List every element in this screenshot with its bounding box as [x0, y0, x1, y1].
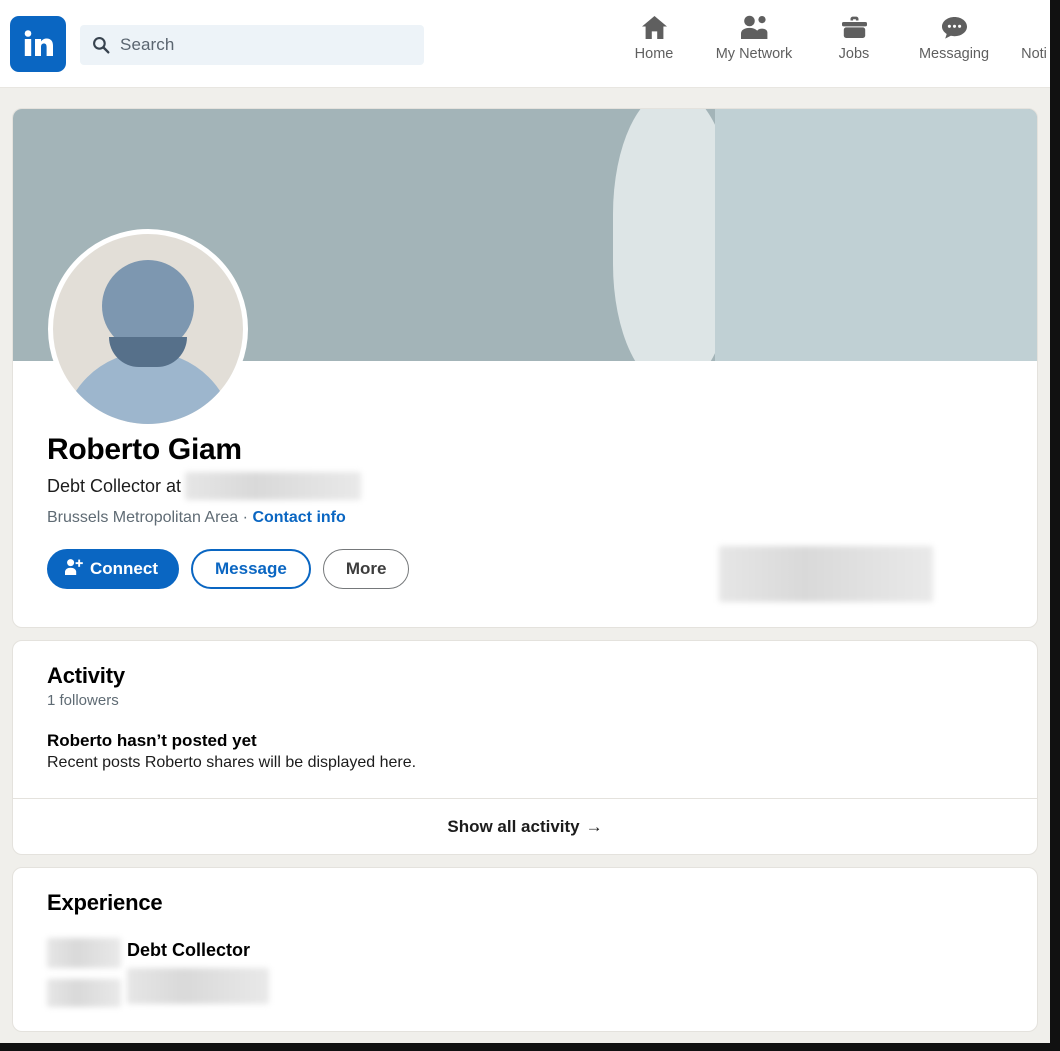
profile-location-row: Brussels Metropolitan Area · Contact inf… — [47, 509, 1005, 527]
browser-frame: Search Home My Network Jobs Messaging No… — [0, 0, 1060, 1051]
activity-empty-subtitle: Recent posts Roberto shares will be disp… — [47, 754, 417, 771]
redacted-logo-row-2 — [47, 979, 121, 1007]
banner-shape-right — [715, 109, 1037, 361]
show-all-activity-button[interactable]: Show all activity → — [13, 798, 1037, 854]
linkedin-logo[interactable] — [10, 16, 66, 72]
nav-label-jobs: Jobs — [838, 46, 870, 62]
experience-role: Debt Collector — [127, 940, 251, 960]
messaging-icon — [941, 12, 968, 42]
activity-card: Activity 1 followers Roberto hasn’t post… — [12, 640, 1038, 855]
profile-card: Roberto Giam Debt Collector at Brussels … — [12, 108, 1038, 628]
nav-label-my-network: My Network — [715, 46, 793, 62]
headline-text: Debt Collector at — [47, 475, 182, 496]
show-all-activity-label: Show all activity — [447, 816, 580, 836]
message-button[interactable]: Message — [191, 549, 311, 589]
experience-title: Experience — [47, 890, 163, 915]
redacted-experience-company — [127, 968, 269, 1004]
more-button[interactable]: More — [322, 549, 410, 589]
more-button-label: More — [345, 559, 387, 578]
person-plus-icon — [64, 558, 83, 581]
redacted-headline-company — [185, 472, 362, 500]
message-button-label: Message — [215, 559, 287, 578]
search-input[interactable]: Search — [80, 25, 424, 65]
experience-content: Experience Debt Collector — [13, 868, 1037, 1012]
page-viewport: Search Home My Network Jobs Messaging No… — [0, 0, 1050, 1043]
home-icon — [641, 12, 668, 42]
jobs-icon — [841, 12, 868, 42]
my-network-icon — [740, 12, 769, 42]
activity-empty-title: Roberto hasn’t posted yet — [47, 731, 257, 750]
nav-item-messaging[interactable]: Messaging — [904, 12, 1004, 74]
nav-item-notifications[interactable]: Noti — [1004, 12, 1050, 74]
avatar[interactable] — [48, 229, 248, 429]
redacted-company-badge — [719, 546, 933, 602]
followers-count: 1 followers — [47, 692, 119, 709]
activity-content: Activity 1 followers Roberto hasn’t post… — [13, 641, 1037, 772]
experience-item[interactable]: Debt Collector — [47, 938, 1005, 1012]
redacted-company-logo — [47, 938, 121, 1012]
redacted-logo-row-1 — [47, 938, 121, 968]
search-placeholder: Search — [120, 35, 175, 54]
activity-title: Activity — [47, 663, 125, 688]
nav-label-notifications: Noti — [1021, 46, 1047, 62]
connect-button[interactable]: Connect — [47, 549, 179, 589]
experience-card: Experience Debt Collector — [12, 867, 1038, 1032]
nav-label-home: Home — [634, 46, 674, 62]
connect-button-label: Connect — [90, 559, 158, 578]
nav-item-my-network[interactable]: My Network — [704, 12, 804, 74]
location-text: Brussels Metropolitan Area — [47, 509, 239, 526]
primary-nav: Home My Network Jobs Messaging Noti — [604, 12, 1050, 76]
search-icon — [92, 36, 110, 54]
nav-item-jobs[interactable]: Jobs — [804, 12, 904, 74]
experience-item-text: Debt Collector — [127, 938, 269, 1012]
arrow-right-icon: → — [585, 816, 603, 836]
nav-label-messaging: Messaging — [918, 46, 990, 62]
location-separator: · — [242, 509, 248, 526]
profile-headline: Debt Collector at — [47, 472, 1005, 500]
contact-info-link[interactable]: Contact info — [252, 509, 345, 526]
page-title: Roberto Giam — [47, 433, 242, 466]
global-navigation-bar: Search Home My Network Jobs Messaging No… — [0, 0, 1050, 88]
nav-item-home[interactable]: Home — [604, 12, 704, 74]
